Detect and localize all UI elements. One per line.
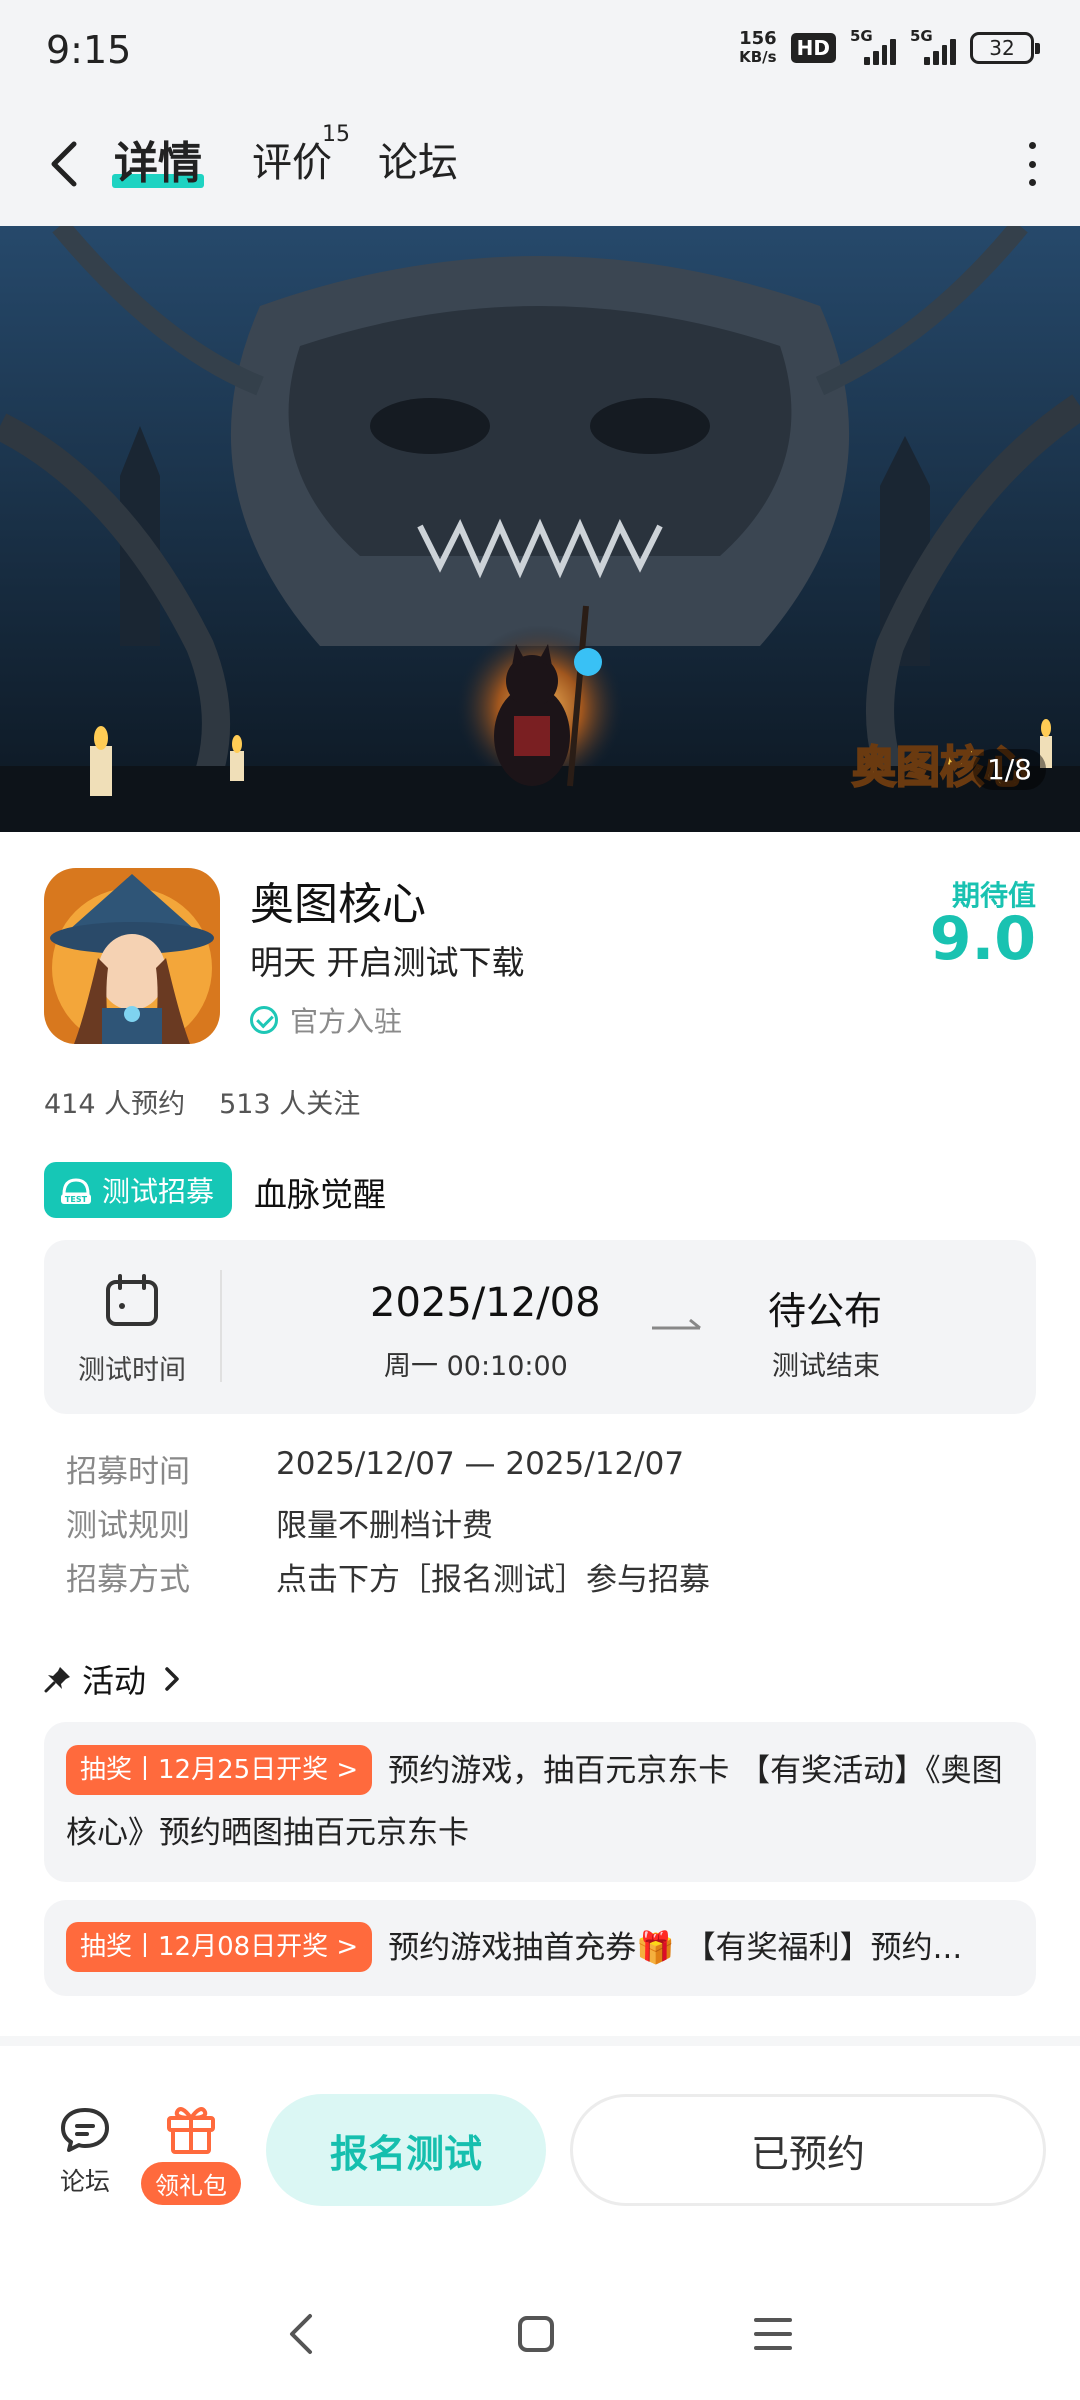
- gift-pack-button[interactable]: 领礼包: [136, 2100, 246, 2205]
- pin-icon: [44, 1667, 70, 1693]
- test-icon: TEST: [61, 1178, 91, 1204]
- reviews-count: 15: [322, 122, 350, 147]
- signup-test-button[interactable]: 报名测试: [266, 2094, 546, 2206]
- verified-check-icon: [250, 1006, 278, 1034]
- hd-badge: HD: [790, 33, 836, 63]
- test-title: 血脉觉醒: [254, 1175, 386, 1214]
- signal-icon: 5G: [910, 27, 956, 65]
- banner-page-counter: 1/8: [972, 749, 1046, 790]
- expect-score: 9.0: [929, 904, 1036, 974]
- svg-text:TEST: TEST: [65, 1195, 88, 1204]
- tab-forum[interactable]: 论坛: [378, 130, 458, 188]
- banner-carousel[interactable]: 奥图核心 1/8: [0, 226, 1080, 832]
- system-menu-icon[interactable]: [752, 2314, 794, 2354]
- system-nav-bar: [0, 2280, 1080, 2400]
- banner-image: 奥图核心: [0, 226, 1080, 832]
- activity-tag: 抽奖丨12月25日开奖 >: [66, 1744, 373, 1795]
- calendar-icon: [106, 1274, 158, 1326]
- info-row-test-rules: 测试规则 限量不删档计费: [66, 1508, 493, 1544]
- activity-card[interactable]: 抽奖丨12月08日开奖 > 预约游戏抽首充券🎁 【有奖福利】预约...: [44, 1900, 1036, 1996]
- activity-text: 预约游戏抽首充券🎁 【有奖福利】预约...: [388, 1930, 963, 1966]
- chevron-right-icon: [165, 1667, 179, 1691]
- status-time: 9:15: [46, 28, 132, 72]
- tab-details[interactable]: 详情: [114, 127, 202, 191]
- arrow-right-icon: [652, 1318, 701, 1330]
- reservation-count: 414 人预约: [44, 1089, 186, 1120]
- activity-card[interactable]: 抽奖丨12月25日开奖 > 预约游戏，抽百元京东卡 【有奖活动】《奥图核心》预约晒…: [44, 1722, 1036, 1882]
- system-home-icon[interactable]: [516, 2314, 556, 2354]
- official-badge: 官方入驻: [250, 1000, 402, 1040]
- info-row-recruit-method: 招募方式 点击下方［报名测试］参与招募: [66, 1562, 710, 1598]
- activity-tag: 抽奖丨12月08日开奖 >: [66, 1921, 373, 1972]
- chat-bubble-icon: [61, 2108, 109, 2152]
- test-time-card: 测试时间 2025/12/08 周一 00:10:00 待公布 测试结束: [44, 1240, 1036, 1414]
- app-icon: [44, 868, 220, 1044]
- test-start-date: 2025/12/08: [370, 1280, 601, 1326]
- signal-icon: 5G: [850, 27, 896, 65]
- info-row-recruit-time: 招募时间 2025/12/07 — 2025/12/07: [66, 1446, 685, 1490]
- status-bar: 9:15 156 KB/s HD 5G 5G 32: [0, 0, 1080, 110]
- back-arrow-icon[interactable]: [40, 136, 90, 192]
- activities-header[interactable]: 活动: [44, 1656, 182, 1702]
- follower-count: 513 人关注: [219, 1089, 361, 1120]
- top-nav: 详情 评价 15 论坛: [0, 110, 1080, 226]
- forum-button[interactable]: 论坛: [54, 2104, 116, 2198]
- tab-reviews[interactable]: 评价: [252, 130, 332, 188]
- divider: [0, 2036, 1080, 2046]
- reserved-button[interactable]: 已预约: [570, 2094, 1046, 2206]
- app-stats: 414 人预约 513 人关注: [44, 1082, 360, 1121]
- app-subtitle: 明天 开启测试下载: [250, 943, 525, 982]
- test-end-status: 待公布: [768, 1289, 883, 1333]
- system-back-icon[interactable]: [282, 2310, 322, 2358]
- divider: [220, 1270, 222, 1382]
- gift-icon: [167, 2107, 215, 2154]
- test-end-label: 测试结束: [772, 1351, 880, 1382]
- test-start-time: 周一 00:10:00: [384, 1351, 568, 1382]
- app-name: 奥图核心: [250, 879, 426, 930]
- more-menu-icon[interactable]: [1022, 142, 1042, 186]
- test-recruit-badge: TEST 测试招募: [44, 1162, 233, 1218]
- status-icons: 156 KB/s HD 5G 5G 32: [739, 27, 1040, 67]
- network-speed: 156 KB/s: [739, 28, 777, 67]
- test-time-label: 测试时间: [78, 1355, 186, 1386]
- battery-icon: 32: [970, 32, 1040, 64]
